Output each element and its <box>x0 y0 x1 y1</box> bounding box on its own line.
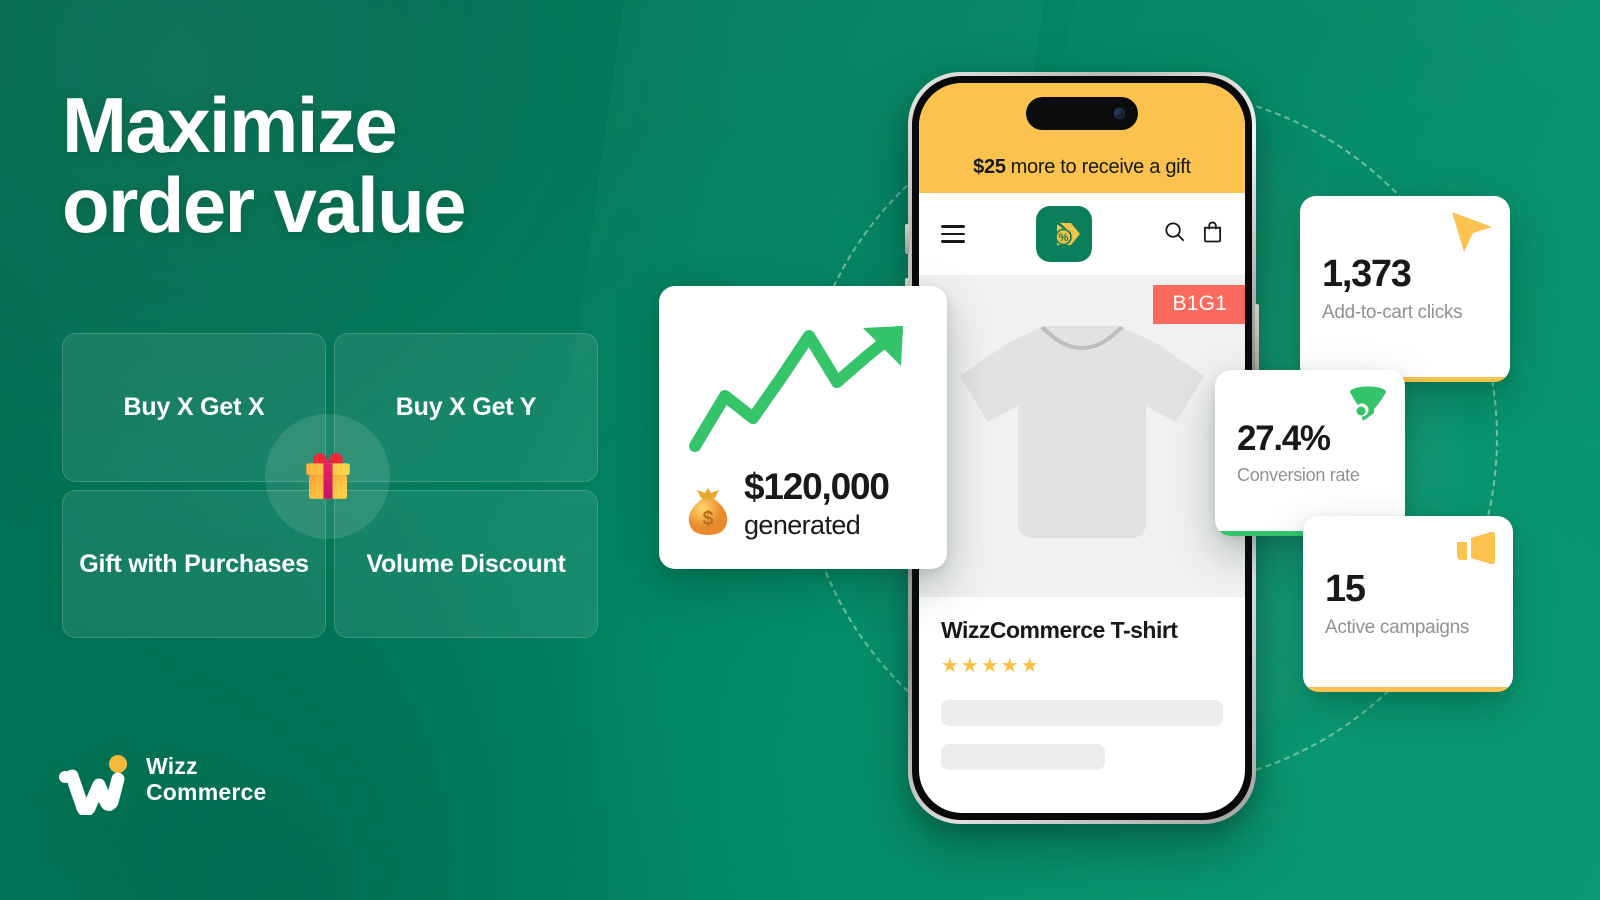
feature-card-label: Gift with Purchases <box>79 549 309 578</box>
cursor-pointer-icon <box>1448 210 1494 259</box>
brand-logo-text: Wizz Commerce <box>146 753 267 806</box>
stat-body: 15 Active campaigns <box>1303 516 1513 692</box>
product-info: WizzCommerce T-shirt ★★★★★ <box>919 597 1245 770</box>
page-title: Maximize order value <box>62 85 642 249</box>
svg-text:%: % <box>1059 232 1069 244</box>
feature-card-label: Buy X Get Y <box>395 393 537 422</box>
shopping-bag-icon[interactable] <box>1202 220 1223 248</box>
headline-line-1: Maximize <box>62 81 398 169</box>
product-promo-badge: B1G1 <box>1152 285 1245 324</box>
revenue-figures: $ $120,000 generated <box>685 466 921 541</box>
stat-body: 1,373 Add-to-cart clicks <box>1300 196 1510 382</box>
brand-name-line-2: Commerce <box>146 779 267 805</box>
stat-value: 1,373 <box>1322 252 1412 295</box>
megaphone-icon <box>1453 530 1497 575</box>
phone-mockup: $25 more to receive a gift % B1G1 WizzCo… <box>905 72 1259 824</box>
stat-label: Add-to-cart clicks <box>1322 301 1463 323</box>
feature-card-label: Volume Discount <box>366 549 566 578</box>
card-accent-bar <box>1303 687 1513 692</box>
revenue-label: generated <box>744 509 861 540</box>
feature-card-label: Buy X Get X <box>123 393 265 422</box>
stat-card-revenue[interactable]: $ $120,000 generated <box>659 286 947 569</box>
revenue-text-block: $120,000 generated <box>744 466 890 541</box>
stat-label: Active campaigns <box>1325 616 1470 638</box>
brand-logo[interactable]: Wizz Commerce <box>56 745 267 817</box>
stat-value: 15 <box>1325 567 1366 610</box>
app-navbar: % <box>919 193 1245 275</box>
money-bag-icon: $ <box>685 486 731 541</box>
phone-bezel: $25 more to receive a gift % B1G1 WizzCo… <box>912 76 1252 820</box>
content-placeholder-bar <box>941 744 1105 770</box>
funnel-icon <box>1347 384 1389 431</box>
trending-up-arrow-icon <box>685 318 921 460</box>
navbar-actions <box>1163 220 1223 248</box>
percent-tag-icon[interactable]: % <box>1036 206 1092 262</box>
brand-name-line-1: Wizz <box>146 753 198 780</box>
left-content-panel: Maximize order value Buy X Get X Buy X G… <box>0 0 660 900</box>
tshirt-placeholder-icon <box>948 310 1216 563</box>
phone-mute-switch[interactable] <box>905 224 909 254</box>
product-name: WizzCommerce T-shirt <box>941 617 1178 643</box>
revenue-amount: $120,000 <box>744 466 890 507</box>
front-camera-icon <box>1114 108 1125 119</box>
content-placeholder-bar <box>941 700 1223 726</box>
stat-label: Conversion rate <box>1237 464 1360 485</box>
search-icon[interactable] <box>1163 220 1186 248</box>
product-image-area: B1G1 <box>919 275 1245 597</box>
stat-body: 27.4% Conversion rate <box>1215 370 1405 536</box>
wizz-w-logo-icon <box>56 745 134 817</box>
stat-card-add-to-cart[interactable]: 1,373 Add-to-cart clicks <box>1300 196 1510 382</box>
gift-badge-circle <box>265 414 390 539</box>
dynamic-island <box>1026 97 1138 130</box>
stat-card-conversion[interactable]: 27.4% Conversion rate <box>1215 370 1405 536</box>
stat-card-campaigns[interactable]: 15 Active campaigns <box>1303 516 1513 692</box>
product-rating-stars: ★★★★★ <box>941 655 1041 677</box>
headline-line-2: order value <box>62 160 467 249</box>
promo-banner-amount: $25 <box>973 156 1006 178</box>
svg-text:$: $ <box>702 508 713 530</box>
phone-screen: $25 more to receive a gift % B1G1 WizzCo… <box>919 83 1245 813</box>
hamburger-menu-icon[interactable] <box>941 225 965 243</box>
gift-box-icon <box>299 448 357 506</box>
promo-banner-text: more to receive a gift <box>1010 156 1191 178</box>
